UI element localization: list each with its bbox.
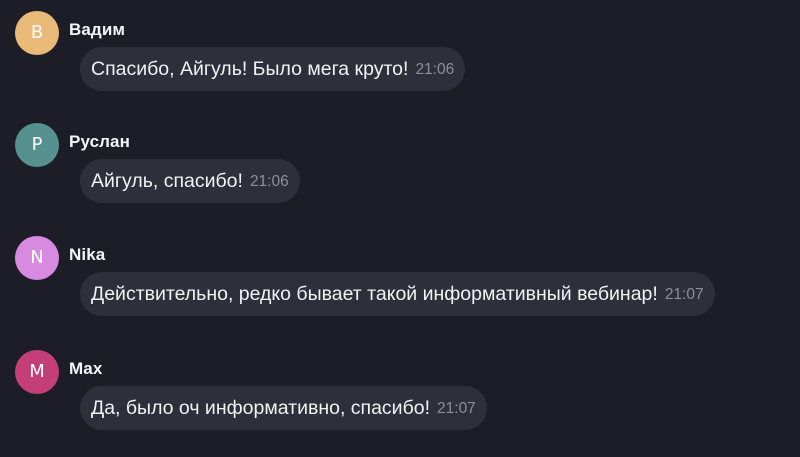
sender-name[interactable]: Вадим — [69, 20, 125, 40]
avatar[interactable]: N — [15, 236, 59, 280]
message-bubble[interactable]: Айгуль, спасибо! 21:06 — [80, 159, 300, 203]
sender-name[interactable]: Max — [69, 359, 102, 379]
avatar[interactable]: В — [15, 11, 59, 55]
message-time: 21:07 — [664, 286, 704, 303]
message-bubble[interactable]: Действительно, редко бывает такой информ… — [80, 272, 715, 316]
avatar[interactable]: M — [15, 350, 59, 394]
avatar[interactable]: Р — [15, 123, 59, 167]
message-text: Айгуль, спасибо! — [91, 169, 243, 192]
message-text: Да, было оч информативно, спасибо! — [91, 396, 431, 419]
message-text: Спасибо, Айгуль! Было мега круто! — [91, 57, 409, 80]
message-bubble[interactable]: Да, было оч информативно, спасибо! 21:07 — [80, 386, 487, 430]
message-time: 21:06 — [249, 173, 289, 190]
message-text: Действительно, редко бывает такой информ… — [91, 282, 658, 305]
sender-name[interactable]: Nika — [69, 245, 105, 265]
message-time: 21:07 — [437, 400, 476, 417]
chat-message-list: В Вадим Спасибо, Айгуль! Было мега круто… — [0, 0, 800, 457]
message-bubble[interactable]: Спасибо, Айгуль! Было мега круто! 21:06 — [80, 47, 466, 91]
sender-name[interactable]: Руслан — [69, 132, 130, 152]
message-time: 21:06 — [415, 61, 455, 78]
